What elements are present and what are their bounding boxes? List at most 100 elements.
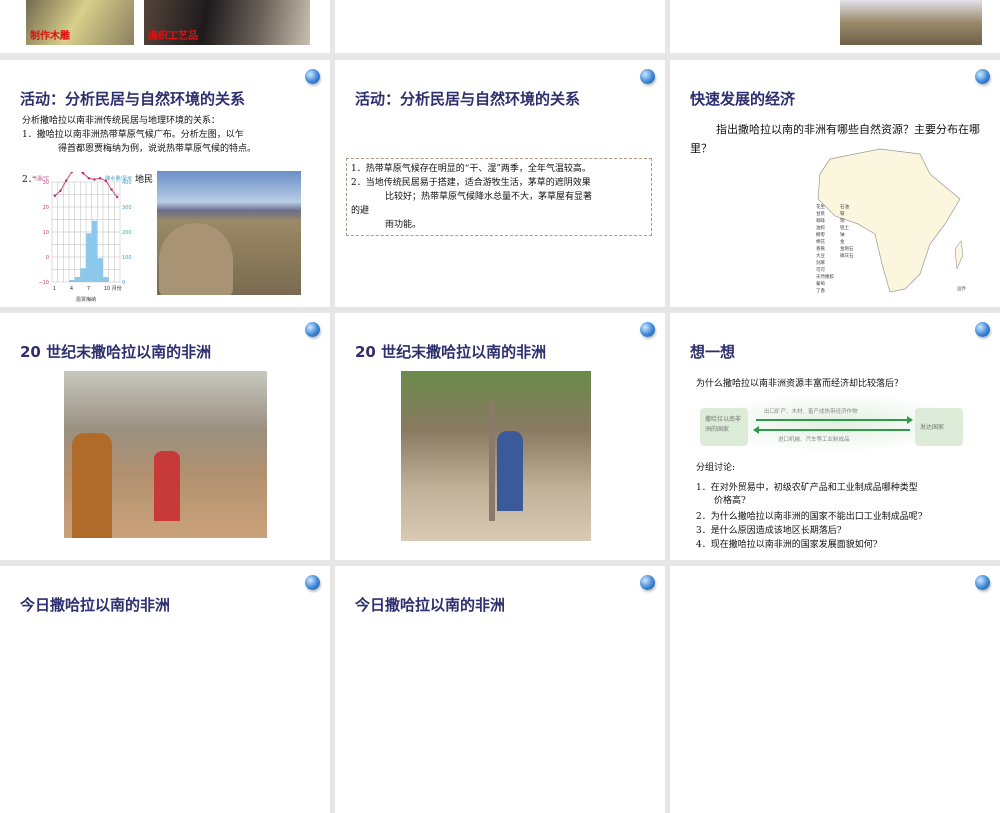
temperature-point (64, 179, 68, 182)
slide-title: 想一想 (690, 343, 736, 361)
slide-thumbnail-11[interactable]: 今日撒哈拉以南的非洲 (335, 566, 665, 813)
globe-icon (305, 69, 320, 84)
temperature-point (53, 194, 57, 197)
slide-title: 20 世纪末撒哈拉以南的非洲 (355, 343, 547, 361)
intro-text: 分析撒哈拉以南非洲传统民居与地理环境的关系： (22, 116, 221, 126)
slide-thumbnail-5[interactable]: 活动：分析民居与自然环境的关系 1．热带草原气候存在明显的“干、湿”两季，全年气… (335, 60, 665, 307)
y2-tick-label: 100 (122, 255, 132, 261)
question-text: 为什么撒哈拉以南非洲资源丰富而经济却比较落后？ (696, 379, 904, 389)
answer-line: 2．当地传统民居易于搭建，适合游牧生活，茅草的遮阴效果 (351, 178, 591, 188)
slide-thumbnail-2[interactable] (335, 0, 665, 53)
map-legend-item: 甘蔗 (816, 212, 825, 217)
x-tick-label: 1 (53, 286, 56, 292)
map-legend-item: 天然橡胶 (816, 275, 834, 280)
x-tick-label: 4 (70, 286, 73, 292)
photo-caption: 编织工艺品 (148, 31, 198, 42)
map-legend-item: 花生 (816, 205, 825, 210)
slide-title: 活动：分析民居与自然环境的关系 (20, 90, 246, 108)
precip-bar (69, 280, 75, 282)
discussion-item: 3．是什么原因造成该地区长期落后? (696, 526, 842, 536)
import-arrow (753, 426, 910, 434)
temperature-point (59, 189, 62, 192)
map-legend-item: 香蕉 (816, 247, 825, 252)
slide-thumbnail-8[interactable]: 20 世纪末撒哈拉以南的非洲 (335, 313, 665, 560)
africa-outline (817, 148, 964, 293)
y-tick-label: 30 (43, 180, 49, 186)
girl-pounding-grain-photo (401, 371, 591, 541)
globe-icon (975, 322, 990, 337)
chart-city-label: 恩贾梅纳 (76, 296, 96, 302)
globe-icon (640, 575, 655, 590)
map-legend-item: 剑麻 (816, 261, 825, 266)
slide-title: 快速发展的经济 (690, 90, 796, 108)
boundary-legend: 国界 (957, 287, 966, 292)
slide-thumbnail-1[interactable]: 制作木雕 编织工艺品 (0, 0, 330, 53)
map-legend-item: 金 (840, 240, 845, 245)
question-1: 1．撒哈拉以南非洲热带草原气候广布。分析左图，以乍 (22, 130, 244, 140)
map-legend-item: 棉花 (816, 240, 825, 245)
globe-icon (640, 322, 655, 337)
export-arrow (756, 416, 913, 424)
temperature-point (98, 177, 102, 180)
slide-thumbnail-7[interactable]: 20 世纪末撒哈拉以南的非洲 (0, 313, 330, 560)
map-legend-item: 铝土 (840, 226, 849, 231)
slide-thumbnail-9[interactable]: 想一想 为什么撒哈拉以南非洲资源丰富而经济却比较落后？ 撒哈拉以南非洲的国家 发… (670, 313, 1000, 560)
discussion-item: 1．在对外贸易中，初级农矿产品和工业制成品哪种类型 (696, 483, 918, 493)
slide-thumbnail-4[interactable]: 活动：分析民居与自然环境的关系 分析撒哈拉以南非洲传统民居与地理环境的关系： 1… (0, 60, 330, 307)
trade-diagram: 撒哈拉以南非洲的国家 发达国家 出口矿产、木材、畜产成热带经济作物 进口机械、汽… (698, 393, 973, 453)
map-legend-item: 葡萄 (816, 282, 825, 287)
x-tick-label: 7 (87, 286, 90, 292)
map-legend-item: 油棕 (816, 226, 825, 231)
map-legend-item: 丁香 (816, 289, 825, 294)
slide-thumbnail-3[interactable] (670, 0, 1000, 53)
y2-tick-label: 200 (122, 230, 132, 236)
export-label: 出口矿产、木材、畜产成热带经济作物 (764, 409, 858, 415)
slide-title: 活动：分析民居与自然环境的关系 (355, 90, 581, 108)
discussion-item-cont: 价格高? (714, 496, 746, 506)
slide-title: 今日撒哈拉以南的非洲 (355, 596, 506, 614)
answer-line: 1．热带草原气候存在明显的“干、湿”两季，全年气温较高。 (351, 164, 591, 174)
temperature-point (81, 172, 85, 175)
discuss-label: 分组讨论: (696, 463, 736, 473)
y2-tick-label: 400 (122, 180, 132, 186)
precip-bar (74, 277, 81, 282)
temperature-point (93, 178, 96, 181)
map-legend-item: 椰枣 (816, 233, 825, 238)
discussion-item: 4．现在撒哈拉以南非洲的国家发展面貌如何? (696, 540, 878, 550)
discussion-item: 2．为什么撒哈拉以南非洲的国家不能出口工业制成品呢? (696, 512, 923, 522)
map-legend-item: 铀 (840, 233, 845, 238)
answer-line: 比较好；热带草原气候降水总量不大，茅草屋有显著 (385, 192, 593, 202)
slide-thumbnail-12[interactable] (670, 566, 1000, 813)
y2-tick-label: 0 (122, 280, 125, 286)
map-legend-item: 磷灰石 (840, 254, 854, 259)
answer-line: 的避 (351, 206, 370, 216)
map-legend-item: 铁 (840, 212, 845, 217)
globe-icon (305, 322, 320, 337)
slide-thumbnail-6[interactable]: 快速发展的经济 指出撒哈拉以南的非洲有哪些自然资源？主要分布在哪里？ 花生 甘蔗咖… (670, 60, 1000, 307)
globe-icon (305, 575, 320, 590)
precip-bar (86, 233, 92, 282)
refugees-photo (64, 371, 267, 538)
africa-resource-map: 花生 甘蔗 咖啡 油棕 椰枣 棉花 香蕉 大豆 剑麻 可可 天然橡胶 葡萄 丁香 石油铁铜铝土铀金金刚石… (810, 144, 970, 294)
developed-box: 发达国家 (915, 408, 963, 446)
map-legend-item: 石油 (840, 205, 849, 210)
slide-title: 今日撒哈拉以南的非洲 (20, 596, 171, 614)
precip-bar (103, 277, 109, 282)
map-legend-item: 咖啡 (816, 219, 825, 224)
map-legend-item: 大豆 (816, 254, 825, 259)
y-tick-label: 20 (43, 205, 49, 211)
slide-thumbnail-10[interactable]: 今日撒哈拉以南的非洲 (0, 566, 330, 813)
y-tick-label: −10 (38, 280, 49, 286)
import-label: 进口机械、汽车等工业制成品 (778, 437, 850, 443)
x-tick-label: 10 月份 (104, 285, 122, 292)
wood-carving-photo: 制作木雕 (26, 0, 134, 45)
globe-icon (975, 575, 990, 590)
answer-line: 雨功能。 (385, 220, 422, 230)
map-legend-item: 可可 (816, 268, 825, 273)
weaving-photo: 编织工艺品 (144, 0, 310, 45)
precip-bar (80, 268, 86, 282)
grass-hut-photo (157, 171, 301, 295)
temperature-point (115, 195, 119, 199)
temperature-point (110, 188, 113, 191)
temperature-point (87, 177, 91, 180)
